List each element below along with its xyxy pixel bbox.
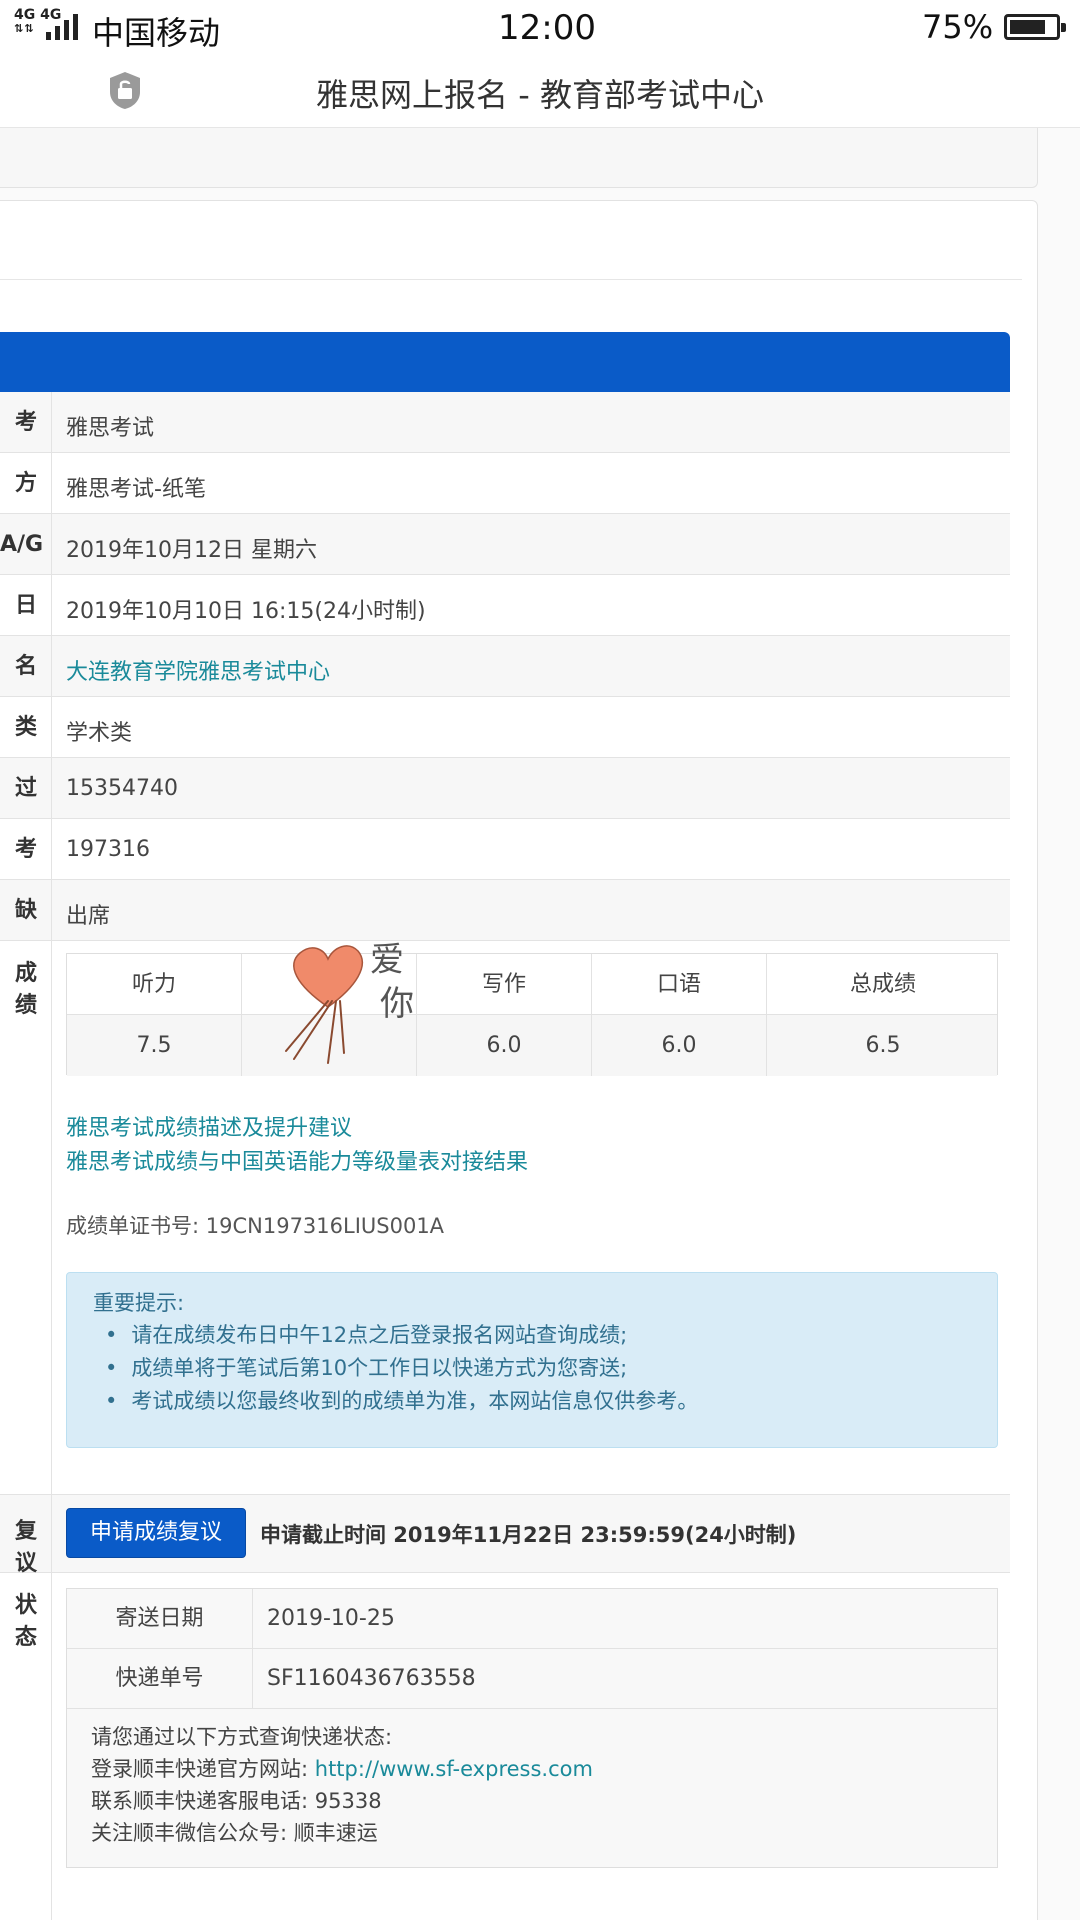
- score-header-speaking: 口语: [592, 954, 767, 1015]
- detail-value: 雅思考试-纸笔: [66, 477, 206, 502]
- results-header-bar: [0, 332, 1010, 392]
- detail-row-ag: A/G 2019年10月12日 星期六: [0, 514, 1010, 575]
- page-title: 雅思网上报名 - 教育部考试中心: [316, 76, 764, 114]
- detail-row-process: 过程) 15354740: [0, 758, 1010, 862]
- notice-list: 请在成绩发布日中午12点之后登录报名网站查询成绩; 成绩单将于笔试后第10个工作…: [105, 1319, 698, 1418]
- detail-label: A/G: [0, 514, 52, 574]
- notice-item: 请在成绩发布日中午12点之后登录报名网站查询成绩;: [105, 1319, 698, 1352]
- detail-row-center: 名称 大连教育学院雅思考试中心: [0, 636, 1010, 740]
- site-label: 登录顺丰快递官方网站:: [91, 1757, 309, 1781]
- delivery-info-site: 登录顺丰快递官方网站: http://www.sf-express.com: [91, 1753, 593, 1785]
- delivery-info-title: 请您通过以下方式查询快递状态:: [91, 1725, 393, 1749]
- detail-value: 学术类: [66, 721, 133, 746]
- notice-item: 成绩单将于笔试后第10个工作日以快递方式为您寄送;: [105, 1352, 698, 1385]
- review-deadline: 申请截止时间 2019年11月22日 23:59:59(24小时制): [260, 1523, 797, 1547]
- detail-value: 197316: [66, 837, 150, 862]
- certificate-number: 成绩单证书号: 19CN197316LIUS001A: [66, 1214, 445, 1238]
- sf-express-link[interactable]: http://www.sf-express.com: [315, 1757, 593, 1781]
- sticker-text: 爱: [370, 940, 404, 980]
- delivery-table: 寄送日期 2019-10-25 快递单号 SF1160436763558 请您通…: [66, 1588, 998, 1868]
- detail-value: 2019年10月12日 星期六: [66, 538, 317, 563]
- delivery-key: 快递单号: [67, 1649, 253, 1709]
- detail-row-type: 类型 学术类: [0, 697, 1010, 801]
- score-listening: 7.5: [67, 1015, 242, 1076]
- clock: 12:00: [498, 8, 596, 48]
- score-header-listening: 听力: [67, 954, 242, 1015]
- detail-label: 日期: [0, 575, 52, 679]
- detail-row-date: 日期 2019年10月10日 16:15(24小时制): [0, 575, 1010, 679]
- detail-row-candidate-no: 考号 197316: [0, 819, 1010, 923]
- score-scale-link[interactable]: 雅思考试成绩与中国英语能力等级量表对接结果: [66, 1144, 528, 1176]
- detail-label: 过程): [0, 758, 52, 862]
- detail-value: 雅思考试: [66, 416, 155, 441]
- detail-label: 类型: [0, 697, 52, 801]
- delivery-label: 状态: [0, 1573, 52, 1920]
- carrier-name: 中国移动: [92, 14, 221, 52]
- battery-icon: [1004, 14, 1066, 40]
- detail-value: 2019年10月10日 16:15(24小时制): [66, 599, 426, 624]
- delivery-value: 2019-10-25: [267, 1606, 395, 1631]
- top-panel: [0, 128, 1038, 188]
- delivery-row-tracking: 快递单号 SF1160436763558: [67, 1649, 997, 1709]
- tracking-number: SF1160436763558: [267, 1666, 476, 1691]
- detail-value: 15354740: [66, 776, 178, 801]
- scores-label: 成绩: [0, 941, 52, 1494]
- score-table-header: 听力 写作 口语 总成绩: [67, 954, 997, 1015]
- detail-label: 方式: [0, 453, 52, 557]
- delivery-row-date: 寄送日期 2019-10-25: [67, 1589, 997, 1649]
- score-table: 听力 写作 口语 总成绩 7.5 6.0 6.0 6.5: [66, 953, 998, 1076]
- delivery-info-wechat: 关注顺丰微信公众号: 顺丰速运: [91, 1821, 378, 1845]
- sticker-text: 你: [380, 984, 414, 1024]
- score-overall: 6.5: [865, 1033, 901, 1058]
- apply-review-button[interactable]: 申请成绩复议: [66, 1508, 246, 1558]
- signal-icon: [46, 12, 82, 40]
- detail-label: 考号: [0, 819, 52, 923]
- detail-row-exam: 考试 雅思考试: [0, 392, 1010, 496]
- detail-row-mode: 方式 雅思考试-纸笔: [0, 453, 1010, 557]
- notice-title: 重要提示:: [93, 1291, 185, 1315]
- score-description-link[interactable]: 雅思考试成绩描述及提升建议: [66, 1110, 352, 1142]
- panel-divider: [0, 279, 1022, 280]
- notice-item: 考试成绩以您最终收到的成绩单为准，本网站信息仅供参考。: [105, 1385, 698, 1418]
- delivery-key: 寄送日期: [67, 1589, 253, 1649]
- score-header-overall: 总成绩: [849, 972, 916, 997]
- detail-label: 考试: [0, 392, 52, 496]
- status-bar: 4G 4G ⇅⇅ 中国移动 12:00 75%: [0, 0, 1080, 58]
- important-notice: 重要提示: 请在成绩发布日中午12点之后登录报名网站查询成绩; 成绩单将于笔试后…: [66, 1272, 998, 1448]
- test-center-link[interactable]: 大连教育学院雅思考试中心: [66, 654, 330, 686]
- detail-value: 出席: [66, 904, 111, 929]
- delivery-info: 请您通过以下方式查询快递状态: 登录顺丰快递官方网站: http://www.s…: [91, 1721, 593, 1849]
- browser-nav-bar: 雅思网上报名 - 教育部考试中心: [0, 58, 1080, 128]
- heart-sticker-icon: 爱 你: [285, 940, 414, 1064]
- score-speaking: 6.0: [592, 1015, 767, 1076]
- delivery-info-phone: 联系顺丰快递客服电话: 95338: [91, 1789, 382, 1813]
- review-label: 复议: [0, 1495, 52, 1576]
- detail-label: 名称: [0, 636, 52, 740]
- score-table-values: 7.5 6.0 6.0 6.5: [67, 1015, 997, 1076]
- detail-label: 缺席: [0, 880, 52, 984]
- battery-percent: 75%: [922, 8, 994, 46]
- detail-row-attendance: 缺席 出席: [0, 880, 1010, 984]
- lock-icon[interactable]: [108, 70, 142, 110]
